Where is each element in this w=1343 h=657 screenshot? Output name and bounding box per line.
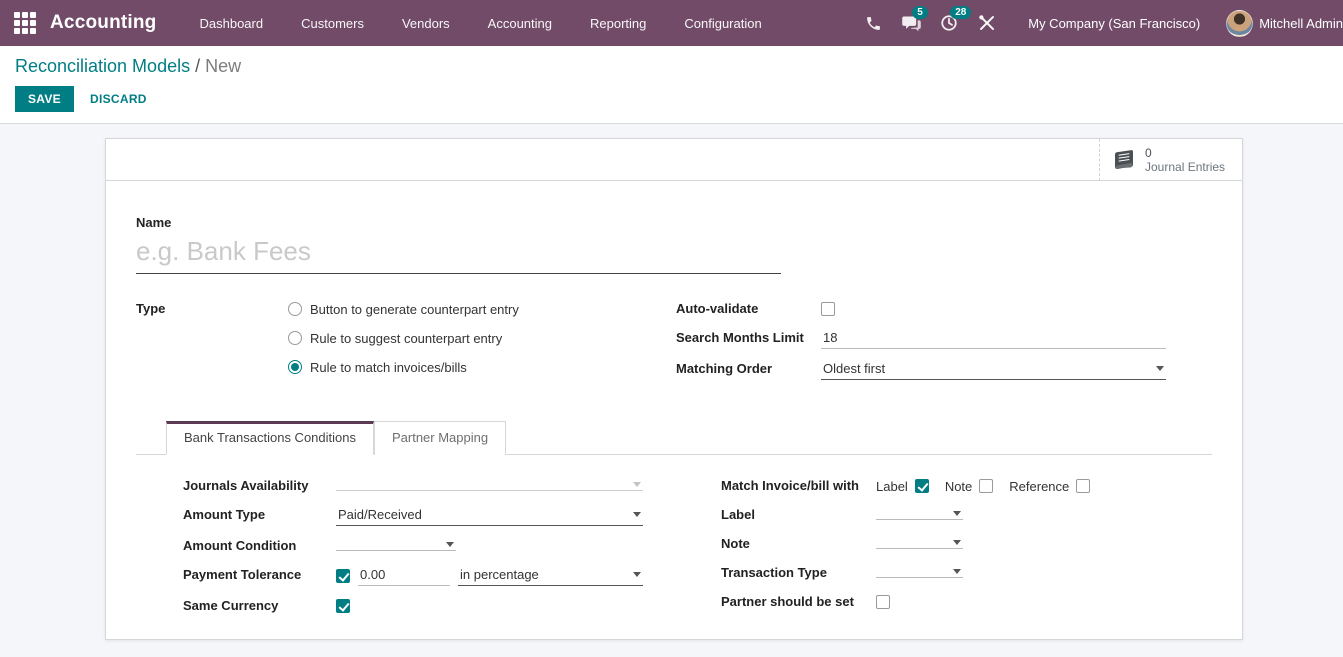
messages-badge: 5 (912, 6, 928, 19)
match-with-note-text: Note (945, 479, 972, 494)
journal-entries-count: 0 (1145, 146, 1225, 160)
transaction-type-select[interactable] (876, 568, 963, 578)
type-option-row: Button to generate counterpart entry (288, 300, 519, 318)
label-field-label: Label (721, 506, 876, 522)
matching-order-label: Matching Order (676, 360, 821, 376)
partner-should-be-set-label: Partner should be set (721, 593, 876, 609)
chevron-down-icon (953, 511, 961, 516)
match-invoice-bill-with-label: Match Invoice/bill with (721, 477, 876, 493)
match-with-note-option: Note (945, 479, 993, 494)
menu-vendors[interactable]: Vendors (383, 0, 469, 46)
tab-bank-transactions-conditions[interactable]: Bank Transactions Conditions (166, 421, 374, 455)
menu-customers[interactable]: Customers (282, 0, 383, 46)
phone-icon[interactable] (854, 0, 892, 46)
match-with-reference-checkbox[interactable] (1076, 479, 1090, 493)
match-with-label-option: Label (876, 479, 929, 494)
content-area: 0 Journal Entries Name Type Button (0, 124, 1343, 640)
activities-clock-icon[interactable]: 28 (930, 0, 968, 46)
amount-condition-label: Amount Condition (183, 537, 336, 553)
menu-configuration[interactable]: Configuration (665, 0, 780, 46)
breadcrumb-parent-link[interactable]: Reconciliation Models (15, 56, 190, 76)
control-panel: Reconciliation Models / New SAVE DISCARD (0, 46, 1343, 124)
chevron-down-icon (633, 572, 641, 577)
note-field-label: Note (721, 535, 876, 551)
matching-order-select[interactable]: Oldest first (821, 360, 1166, 380)
match-with-label-text: Label (876, 479, 908, 494)
auto-validate-label: Auto-validate (676, 300, 821, 316)
main-menu: Dashboard Customers Vendors Accounting R… (181, 0, 781, 46)
search-months-limit-label: Search Months Limit (676, 329, 821, 345)
chevron-down-icon (446, 542, 454, 547)
payment-tolerance-unit-value: in percentage (460, 567, 539, 582)
user-menu[interactable]: Mitchell Admin (1226, 10, 1343, 37)
breadcrumb-separator: / (195, 56, 205, 76)
menu-dashboard[interactable]: Dashboard (181, 0, 283, 46)
search-months-limit-input[interactable] (821, 329, 1166, 349)
user-name: Mitchell Admin (1259, 16, 1343, 31)
match-with-reference-option: Reference (1009, 479, 1090, 494)
note-select[interactable] (876, 539, 963, 549)
type-field-label: Type (136, 300, 288, 316)
bank-transactions-conditions-pane: Journals Availability Amount Type Paid/R… (136, 455, 1212, 626)
type-option-label[interactable]: Button to generate counterpart entry (310, 302, 519, 317)
navbar-systray: 5 28 My Company (San Francisco) Mitchell… (854, 0, 1343, 46)
apps-grid-icon[interactable] (14, 12, 36, 34)
match-with-note-checkbox[interactable] (979, 479, 993, 493)
amount-type-label: Amount Type (183, 506, 336, 522)
journals-availability-label: Journals Availability (183, 477, 336, 493)
amount-condition-select[interactable] (336, 541, 456, 551)
radio-button-generate-counterpart[interactable] (288, 302, 302, 316)
partner-should-be-set-checkbox[interactable] (876, 595, 890, 609)
save-button[interactable]: SAVE (15, 86, 74, 112)
discard-button[interactable]: DISCARD (90, 92, 147, 106)
button-box: 0 Journal Entries (106, 139, 1242, 181)
type-option-label[interactable]: Rule to suggest counterpart entry (310, 331, 502, 346)
name-input[interactable] (136, 232, 781, 274)
book-icon (1112, 149, 1136, 171)
radio-rule-suggest-counterpart[interactable] (288, 331, 302, 345)
chevron-down-icon (633, 512, 641, 517)
chevron-down-icon (633, 482, 641, 487)
tools-wrench-icon[interactable] (968, 0, 1006, 46)
menu-accounting[interactable]: Accounting (469, 0, 571, 46)
amount-type-value: Paid/Received (338, 507, 422, 522)
matching-order-value: Oldest first (823, 361, 885, 376)
type-option-row: Rule to match invoices/bills (288, 358, 519, 376)
breadcrumb-current: New (205, 56, 241, 76)
tab-partner-mapping[interactable]: Partner Mapping (374, 421, 506, 455)
chevron-down-icon (1156, 366, 1164, 371)
payment-tolerance-label: Payment Tolerance (183, 566, 336, 582)
user-avatar (1226, 10, 1253, 37)
messages-icon[interactable]: 5 (892, 0, 930, 46)
label-select[interactable] (876, 510, 963, 520)
notebook-tabs: Bank Transactions Conditions Partner Map… (136, 421, 1212, 455)
payment-tolerance-unit-select[interactable]: in percentage (458, 566, 643, 586)
breadcrumb: Reconciliation Models / New (15, 56, 1328, 77)
name-field-label: Name (136, 215, 1212, 230)
payment-tolerance-input[interactable] (358, 566, 450, 586)
menu-reporting[interactable]: Reporting (571, 0, 665, 46)
radio-rule-match-invoices[interactable] (288, 360, 302, 374)
match-with-reference-text: Reference (1009, 479, 1069, 494)
chevron-down-icon (953, 569, 961, 574)
same-currency-label: Same Currency (183, 597, 336, 613)
type-option-label[interactable]: Rule to match invoices/bills (310, 360, 467, 375)
match-with-label-checkbox[interactable] (915, 479, 929, 493)
type-option-row: Rule to suggest counterpart entry (288, 329, 519, 347)
payment-tolerance-checkbox[interactable] (336, 569, 350, 583)
transaction-type-label: Transaction Type (721, 564, 876, 580)
form-sheet: 0 Journal Entries Name Type Button (105, 138, 1243, 640)
journal-entries-label: Journal Entries (1145, 160, 1225, 174)
journals-availability-select[interactable] (336, 481, 643, 491)
top-navbar: Accounting Dashboard Customers Vendors A… (0, 0, 1343, 46)
same-currency-checkbox[interactable] (336, 599, 350, 613)
app-brand[interactable]: Accounting (50, 12, 157, 34)
company-switcher[interactable]: My Company (San Francisco) (1028, 16, 1200, 31)
journal-entries-smart-button[interactable]: 0 Journal Entries (1099, 139, 1242, 181)
auto-validate-checkbox[interactable] (821, 302, 835, 316)
amount-type-select[interactable]: Paid/Received (336, 506, 643, 526)
chevron-down-icon (953, 540, 961, 545)
